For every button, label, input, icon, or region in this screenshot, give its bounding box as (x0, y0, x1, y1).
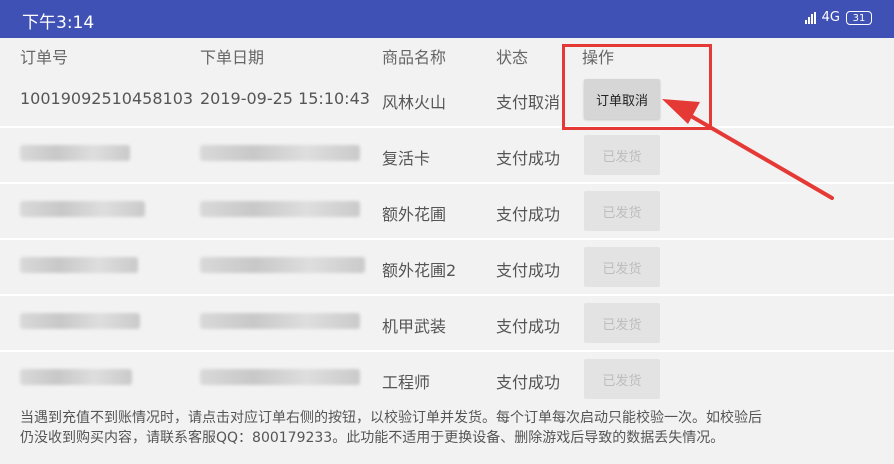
help-text-line-2: 仍没收到购买内容，请联系客服QQ：800179233。此功能不适用于更换设备、删… (20, 430, 725, 446)
annotation-arrow-icon (662, 99, 834, 200)
help-text: 当遇到充值不到账情况时，请点击对应订单右侧的按钮，以校验订单并发货。每个订单每次… (20, 408, 880, 448)
help-text-line-1: 当遇到充值不到账情况时，请点击对应订单右侧的按钮，以校验订单并发货。每个订单每次… (20, 410, 762, 426)
